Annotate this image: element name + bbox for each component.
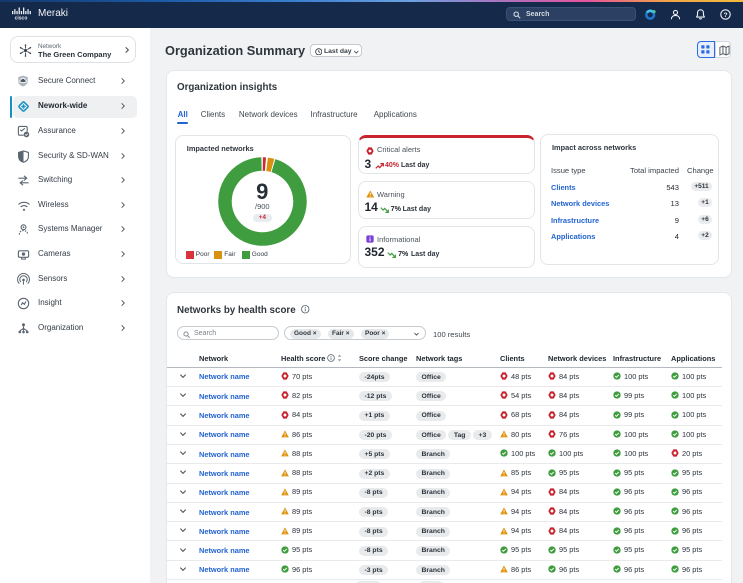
svg-text:?: ? (723, 12, 727, 19)
svg-text:cisco: cisco (15, 16, 28, 20)
